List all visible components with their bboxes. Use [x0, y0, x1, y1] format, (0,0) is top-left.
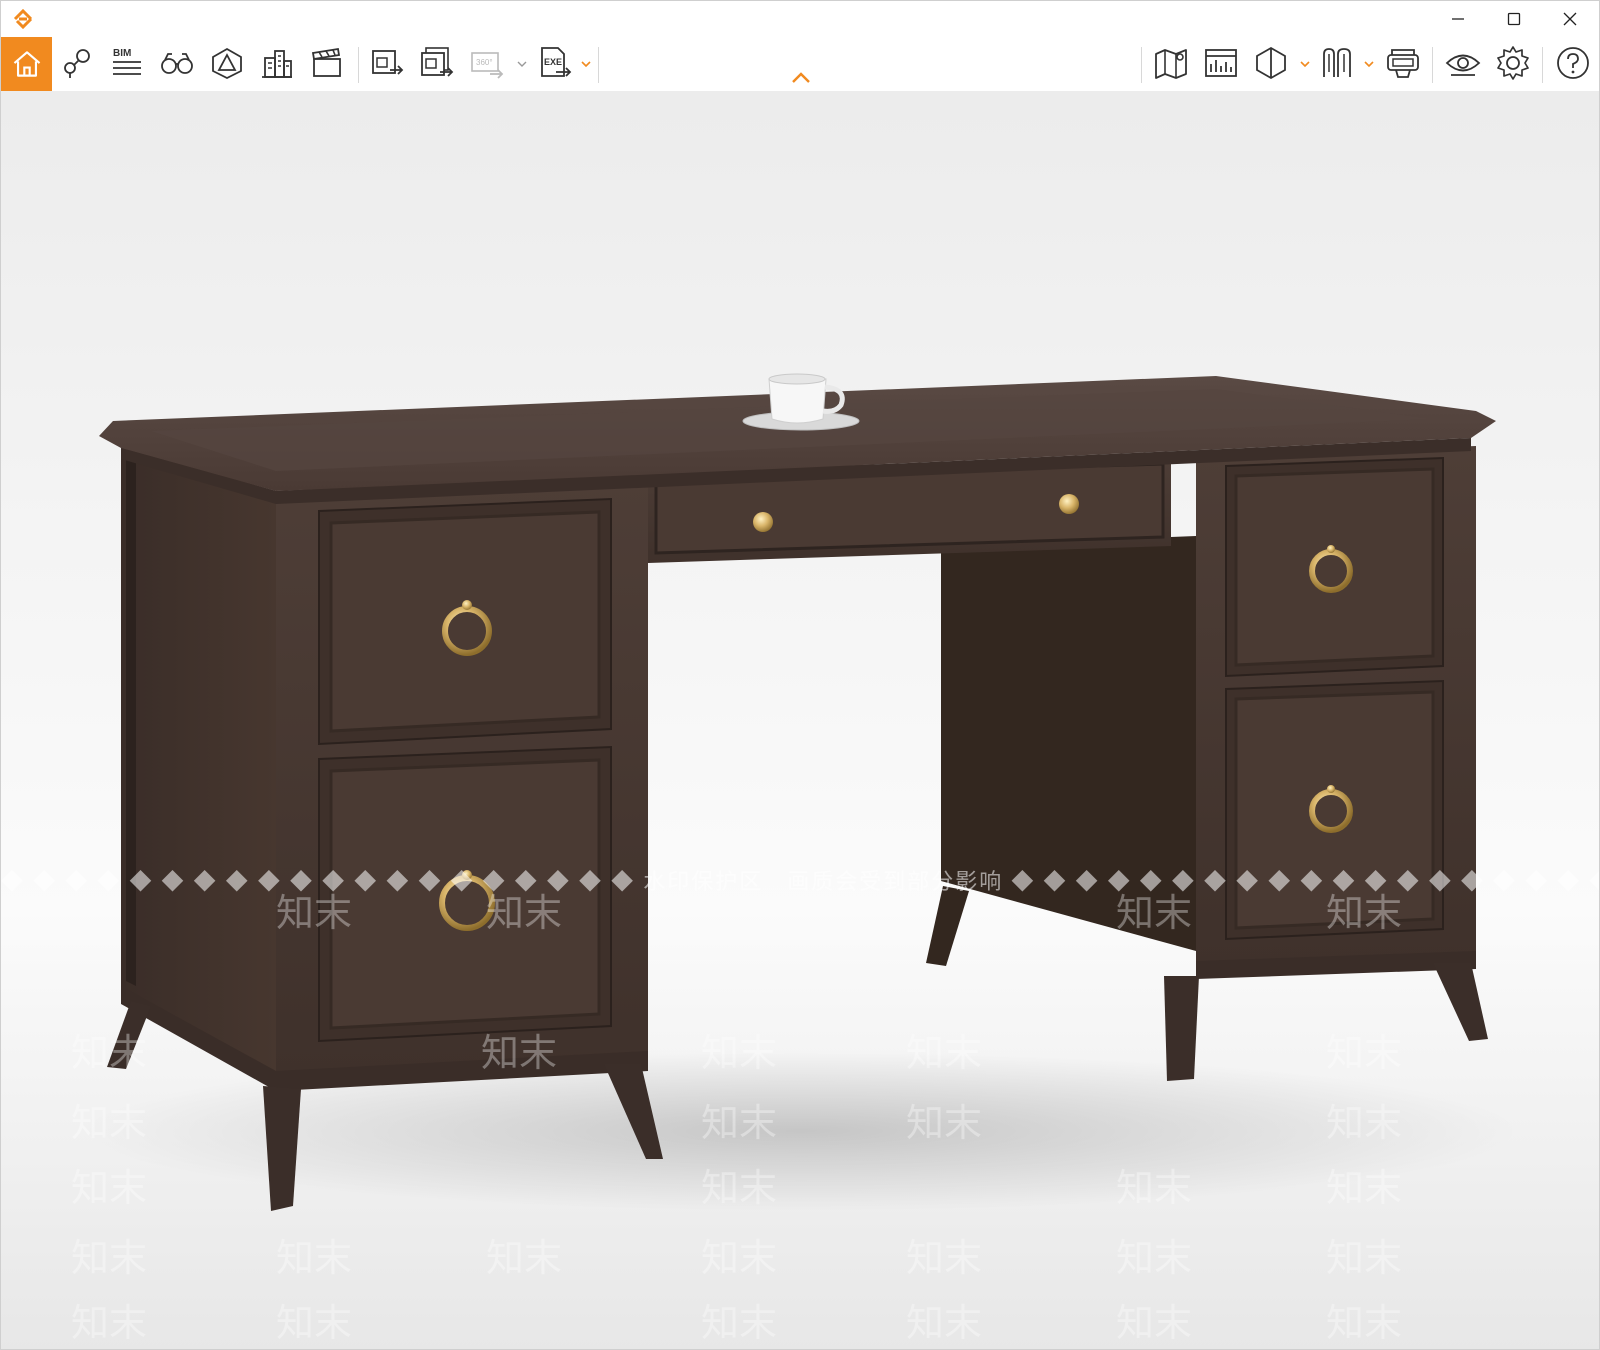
close-button[interactable]: [1545, 1, 1595, 37]
title-bar: [1, 1, 1599, 37]
dashboard-button[interactable]: [1199, 39, 1243, 87]
watermark-text: 知末: [71, 1301, 148, 1345]
watermark-text: 知末: [906, 1236, 983, 1280]
map-button[interactable]: [1149, 39, 1193, 87]
watermark-text: 知末: [1116, 891, 1193, 935]
desk-leg: [926, 886, 969, 966]
watermark-text: 知末: [71, 1166, 148, 1210]
watermark-text: 知末: [276, 1301, 353, 1345]
maximize-button[interactable]: [1489, 1, 1539, 37]
export-exe-icon: EXE: [541, 47, 572, 77]
export-image-icon: [372, 50, 404, 75]
watermark-text: 知末: [481, 1031, 558, 1075]
export-batch-button[interactable]: [415, 39, 459, 87]
home-button[interactable]: [1, 37, 52, 91]
export-exe-button[interactable]: EXE: [533, 39, 577, 87]
measure-button[interactable]: [1315, 39, 1359, 87]
animation-button[interactable]: [305, 39, 349, 87]
help-button[interactable]: [1551, 39, 1595, 87]
knob-handle: [1059, 494, 1079, 514]
watermark-text: 知末: [1116, 1236, 1193, 1280]
toolbar-separator: [358, 47, 359, 83]
watermark-text: 知末: [701, 1236, 778, 1280]
home-icon: [13, 51, 40, 77]
location-pin-icon: [64, 49, 90, 78]
toolbar-separator: [1432, 47, 1433, 83]
watermark-text: 知末: [276, 1236, 353, 1280]
watermark-text: 知末: [71, 1101, 148, 1145]
perspective-icon: [212, 47, 242, 80]
section-box-icon: [1256, 46, 1286, 80]
chevron-down-icon[interactable]: [1299, 59, 1311, 69]
desk-leg: [1433, 963, 1488, 1041]
watermark-text: 知末: [906, 1301, 983, 1345]
watermark-text: 知末: [1116, 1301, 1193, 1345]
map-icon: [1155, 49, 1187, 79]
dashboard-icon: [1205, 49, 1237, 77]
watermark-text: 知末: [1326, 1031, 1403, 1075]
toolbar-separator: [598, 47, 599, 83]
app-window: BIM 360° EXE ◆ ◆ ◆ ◆ ◆ ◆ ◆ ◆ ◆ ◆ ◆ ◆ ◆ ◆…: [0, 0, 1600, 1350]
binoculars-icon: [161, 53, 193, 74]
watermark-text: 知末: [1116, 1166, 1193, 1210]
help-icon: [1557, 47, 1589, 79]
vr-button[interactable]: [1381, 39, 1425, 87]
toolbar-separator: [1141, 47, 1142, 83]
watermark-text: 知末: [701, 1101, 778, 1145]
watermark-text: 知末: [906, 1031, 983, 1075]
close-icon: [1563, 12, 1577, 26]
watermark-text: 知末: [906, 1101, 983, 1145]
svg-text:360°: 360°: [476, 58, 493, 67]
watermark-text: 知末: [1326, 1101, 1403, 1145]
section-box-button[interactable]: [1249, 39, 1293, 87]
watermark-text: 知末: [1326, 891, 1403, 935]
chevron-down-icon[interactable]: [580, 59, 592, 69]
watermark-text: 知末: [71, 1236, 148, 1280]
collapse-toolbar-icon[interactable]: [789, 69, 813, 87]
toolbar-separator: [1542, 47, 1543, 83]
export-image-button[interactable]: [365, 39, 409, 87]
vr-headset-icon: [1387, 49, 1419, 78]
watermark-text: 知末: [486, 1236, 563, 1280]
maximize-icon: [1507, 12, 1521, 26]
3d-viewport[interactable]: ◆ ◆ ◆ ◆ ◆ ◆ ◆ ◆ ◆ ◆ ◆ ◆ ◆ ◆ ◆ ◆ ◆ ◆ ◆ ◆ …: [1, 92, 1599, 1349]
svg-text:EXE: EXE: [544, 57, 562, 67]
left-side-panel: [121, 446, 276, 1076]
minimize-icon: [1452, 18, 1464, 20]
settings-icon: [1497, 46, 1529, 80]
perspective-button[interactable]: [205, 39, 249, 87]
export-360-button[interactable]: 360°: [465, 39, 509, 87]
location-button[interactable]: [55, 39, 99, 87]
knob-handle: [753, 512, 773, 532]
watermark-text: 知末: [701, 1031, 778, 1075]
watermark-text: 知末: [276, 891, 353, 935]
buildings-icon: [262, 50, 292, 78]
export-batch-icon: [421, 47, 454, 77]
chevron-down-icon[interactable]: [516, 59, 528, 69]
watermark-text: 知末: [486, 891, 563, 935]
watermark-text: 知末: [1326, 1301, 1403, 1345]
settings-button[interactable]: [1491, 39, 1535, 87]
watermark-text: 知末: [71, 1031, 148, 1075]
main-toolbar: BIM 360° EXE: [1, 37, 1599, 92]
svg-text:BIM: BIM: [113, 48, 131, 59]
observe-button[interactable]: [155, 39, 199, 87]
eye-icon: [1445, 54, 1481, 76]
chevron-down-icon[interactable]: [1363, 59, 1375, 69]
watermark-text: 知末: [1326, 1166, 1403, 1210]
visibility-button[interactable]: [1441, 39, 1485, 87]
watermark-text: 知末: [701, 1301, 778, 1345]
buildings-button[interactable]: [255, 39, 299, 87]
desk-leg: [1164, 976, 1199, 1081]
measure-icon: [1323, 48, 1351, 77]
clapperboard-icon: [311, 47, 341, 77]
bim-button[interactable]: BIM: [105, 39, 149, 87]
desk-leg: [263, 1086, 301, 1211]
app-logo-icon: [13, 8, 33, 30]
minimize-button[interactable]: [1433, 1, 1483, 37]
export-360-icon: 360°: [471, 52, 504, 79]
bim-icon: BIM: [113, 48, 141, 75]
watermark-text: 知末: [1326, 1236, 1403, 1280]
watermark-text: 知末: [701, 1166, 778, 1210]
